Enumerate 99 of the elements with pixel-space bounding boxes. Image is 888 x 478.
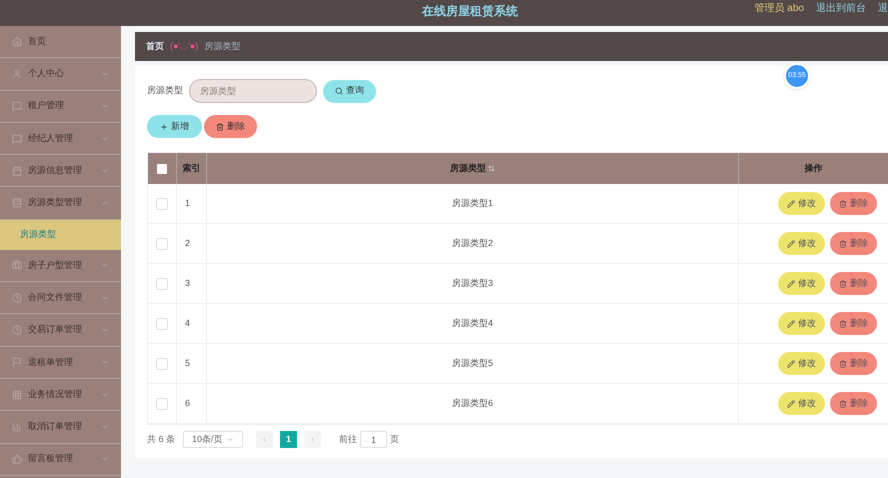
chevron-right-icon	[309, 436, 316, 443]
edit-button[interactable]: 修改	[778, 272, 825, 295]
chevron-left-icon	[261, 436, 268, 443]
pencil-icon	[787, 240, 795, 248]
delete-button[interactable]: 删除	[830, 272, 877, 295]
delete-button[interactable]: 删除	[830, 352, 877, 375]
select-all-checkbox[interactable]	[157, 164, 167, 174]
delete-button[interactable]: 删除	[204, 115, 257, 138]
goto-unit: 页	[390, 432, 400, 446]
trash-icon	[839, 400, 847, 408]
checkbox[interactable]	[156, 278, 168, 290]
column-header: 索引	[177, 153, 207, 184]
table-cell: 6	[177, 384, 207, 423]
menu-item[interactable]: 合同文件管理	[0, 282, 121, 314]
delete-button[interactable]: 删除	[830, 392, 877, 415]
menu-item[interactable]: 首页	[0, 26, 121, 58]
column-header[interactable]: 房源类型	[207, 153, 739, 184]
search-label: 房源类型	[147, 84, 183, 98]
breadcrumb-home[interactable]: 首页	[146, 40, 164, 54]
plus-icon	[160, 122, 168, 130]
search-field[interactable]: 房源类型	[189, 79, 317, 103]
checkbox[interactable]	[156, 358, 168, 370]
breadcrumb-current: 房源类型	[204, 40, 240, 53]
sort-icon	[488, 165, 495, 172]
table-cell: 房源类型5	[207, 344, 739, 383]
menu-item[interactable]: 经纪人管理	[0, 122, 121, 156]
table-cell: 房源类型1	[207, 184, 739, 223]
app-title: 在线房屋租赁系统	[422, 3, 518, 20]
submenu-item[interactable]: 房源类型	[0, 220, 121, 250]
table-cell: 4	[177, 304, 207, 343]
menu-item[interactable]: 房源信息管理	[0, 155, 121, 188]
table-cell: 房源类型6	[207, 384, 739, 423]
delete-button[interactable]: 删除	[830, 232, 877, 255]
column-header: 操作	[804, 162, 824, 175]
menu-item[interactable]: 租户管理	[0, 90, 121, 123]
menu-icon	[12, 357, 22, 368]
menu-item[interactable]: 个人中心	[0, 58, 121, 91]
pencil-icon	[787, 200, 795, 208]
menu-item[interactable]: 退租单管理	[0, 346, 121, 379]
menu-item[interactable]: 业务情况管理	[0, 378, 121, 412]
trash-icon	[839, 240, 847, 248]
table-cell: 房源类型2	[207, 224, 739, 263]
goto-label: 前往	[339, 432, 358, 446]
menu-icon	[12, 134, 22, 144]
edit-button[interactable]: 修改	[778, 392, 825, 415]
menu-icon	[12, 101, 22, 112]
page-button[interactable]: 1	[280, 431, 298, 448]
delete-button[interactable]: 删除	[830, 312, 877, 335]
menu-icon	[12, 36, 22, 47]
checkbox[interactable]	[156, 398, 168, 410]
table-cell: 1	[177, 184, 207, 223]
pencil-icon	[787, 400, 795, 408]
checkbox[interactable]	[156, 318, 168, 330]
next-page-button[interactable]	[304, 431, 322, 448]
edit-button[interactable]: 修改	[778, 312, 825, 335]
menu-icon	[12, 260, 22, 270]
edit-button[interactable]: 修改	[778, 192, 825, 215]
total-count: 共 6 条	[147, 432, 176, 446]
edit-button[interactable]: 修改	[778, 232, 825, 255]
menu-icon	[12, 390, 22, 400]
table-cell: 房源类型4	[207, 304, 739, 343]
trash-icon	[839, 320, 847, 328]
table-cell: 2	[177, 224, 207, 263]
table-cell: 房源类型3	[207, 264, 739, 303]
menu-item[interactable]: 房子户型管理	[0, 250, 121, 282]
search-button[interactable]: 查询	[323, 80, 376, 102]
prev-page-button[interactable]	[256, 431, 274, 448]
header-link[interactable]: 退出到前台	[816, 0, 866, 16]
search-icon	[335, 87, 343, 95]
menu-icon	[12, 292, 22, 303]
menu-icon	[12, 166, 22, 176]
menu-icon	[12, 454, 22, 464]
table-cell: 3	[177, 264, 207, 303]
pencil-icon	[787, 360, 795, 368]
menu-item[interactable]: 取消订单管理	[0, 411, 121, 444]
pencil-icon	[787, 280, 795, 288]
checkbox[interactable]	[156, 238, 168, 250]
trash-icon	[839, 360, 847, 368]
pencil-icon	[787, 320, 795, 328]
menu-icon	[12, 198, 22, 208]
delete-button[interactable]: 删除	[830, 192, 877, 215]
menu-icon	[12, 68, 22, 79]
menu-icon	[12, 422, 22, 432]
checkbox[interactable]	[156, 198, 168, 210]
page-input[interactable]: 1	[360, 431, 388, 448]
page-size-select[interactable]: 10条/页	[183, 431, 244, 448]
emoticon: (●'◡'●)	[170, 40, 198, 53]
table-cell: 5	[177, 344, 207, 383]
trash-icon	[216, 122, 224, 130]
caret-icon	[227, 436, 234, 443]
header-link[interactable]: 退	[878, 0, 888, 16]
edit-button[interactable]: 修改	[778, 352, 825, 375]
menu-item[interactable]: 留言板管理	[0, 444, 121, 476]
menu-icon	[12, 325, 22, 336]
menu-item[interactable]: 交易订单管理	[0, 314, 121, 347]
add-button[interactable]: 新增	[147, 115, 202, 138]
trash-icon	[839, 200, 847, 208]
user-name: 管理员 abo	[754, 2, 804, 16]
trash-icon	[839, 280, 847, 288]
